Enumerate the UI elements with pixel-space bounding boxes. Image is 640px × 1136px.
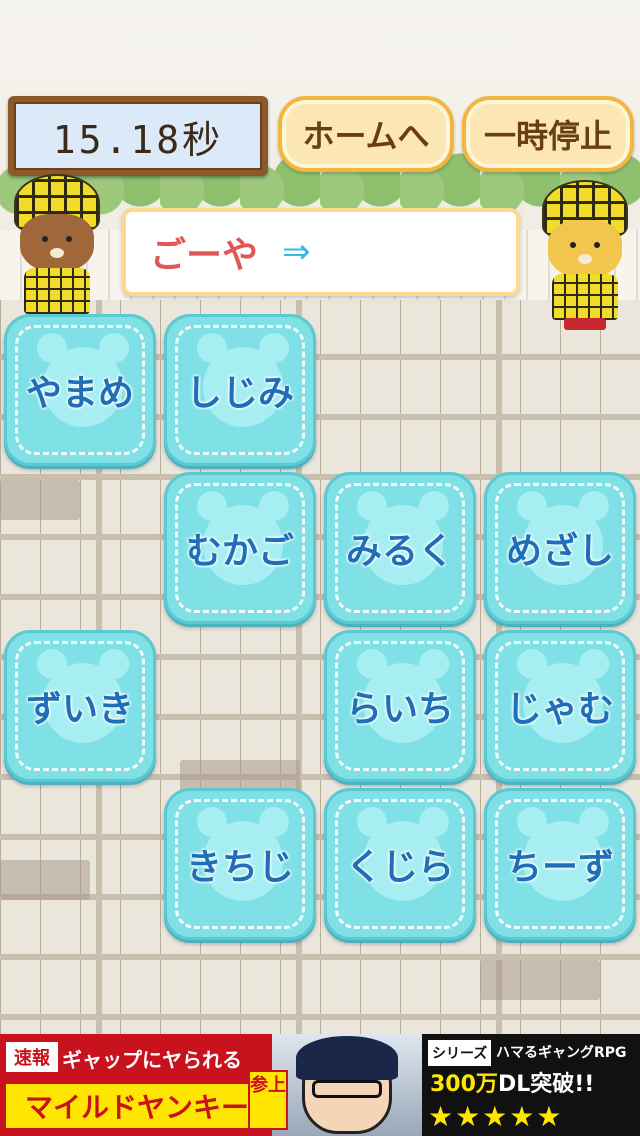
timer-display: 15.18秒 — [8, 96, 268, 176]
tile-label: じゃむ — [505, 689, 614, 730]
tile-label: やまめ — [25, 373, 134, 414]
home-button[interactable]: ホームへ — [278, 96, 454, 172]
detective-bear-yellow — [530, 180, 640, 330]
glasses-icon — [312, 1080, 382, 1098]
tile-label: みるく — [345, 531, 454, 572]
answer-bubble: ごーや ⇒ — [122, 208, 520, 296]
tile-label: ずいき — [25, 689, 134, 730]
word-tile[interactable]: きちじ — [164, 788, 316, 940]
word-tile[interactable]: くじら — [324, 788, 476, 940]
word-tile[interactable]: めざし — [484, 472, 636, 624]
ad-series-label: シリーズ — [428, 1040, 492, 1066]
rating-stars-icon: ★★★★★ — [428, 1100, 564, 1133]
tile-label: らいち — [345, 689, 454, 730]
word-tile[interactable]: みるく — [324, 472, 476, 624]
tile-label: くじら — [345, 847, 454, 888]
ad-join-label: 参上 — [248, 1070, 288, 1130]
ad-banner[interactable]: 速報 ギャップにヤられる マイルドヤンキー 参上 シリーズ ハマるギャングRPG… — [0, 1034, 640, 1136]
ad-left-panel: 速報 ギャップにヤられる マイルドヤンキー — [0, 1034, 272, 1136]
bear-coat — [552, 274, 618, 320]
word-tile[interactable]: しじみ — [164, 314, 316, 466]
bear-head — [548, 220, 622, 278]
tile-label: めざし — [505, 531, 614, 572]
ad-tagline: ギャップにヤられる — [62, 1048, 242, 1072]
tile-label: ちーず — [505, 847, 614, 888]
ad-dl-number: 300万 — [430, 1072, 498, 1097]
ad-badge: 速報 — [6, 1042, 58, 1072]
ad-title: マイルドヤンキー — [6, 1084, 268, 1128]
ad-character-hair — [296, 1036, 398, 1080]
brick — [0, 860, 90, 900]
right-arrow-icon: ⇒ — [282, 232, 311, 272]
word-tile[interactable]: ずいき — [4, 630, 156, 782]
ad-character-image — [272, 1034, 422, 1136]
bear-boots — [564, 318, 606, 330]
answer-word: ごーや — [150, 235, 259, 276]
word-tile[interactable]: じゃむ — [484, 630, 636, 782]
tile-label: しじみ — [185, 373, 294, 414]
bear-head — [20, 214, 94, 272]
brick — [0, 480, 80, 520]
pause-button[interactable]: 一時停止 — [462, 96, 634, 172]
timer-text: 15.18秒 — [14, 102, 262, 170]
brick — [480, 960, 600, 1000]
word-tile[interactable]: むかご — [164, 472, 316, 624]
bear-coat — [24, 268, 90, 314]
ad-download-count: 300万DL突破!! — [430, 1066, 594, 1098]
ad-dl-text: DL突破!! — [497, 1072, 595, 1097]
ad-right-panel: シリーズ ハマるギャングRPG 300万DL突破!! ★★★★★ — [422, 1034, 640, 1136]
tile-label: きちじ — [185, 847, 294, 888]
word-tile[interactable]: ちーず — [484, 788, 636, 940]
word-tile[interactable]: やまめ — [4, 314, 156, 466]
word-tile[interactable]: らいち — [324, 630, 476, 782]
detective-bear-brown — [2, 174, 112, 324]
ad-genre-label: ハマるギャングRPG — [496, 1045, 627, 1061]
tile-label: むかご — [185, 531, 294, 572]
